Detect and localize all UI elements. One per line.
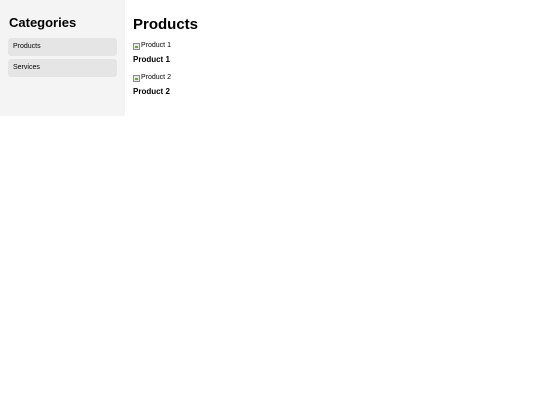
product-name: Product 2 — [133, 87, 170, 96]
sidebar-item-services[interactable]: Services — [8, 59, 117, 77]
product-card: Product 1 Product 1 — [133, 41, 540, 65]
product-image: Product 1 — [133, 41, 540, 51]
sidebar-item-products[interactable]: Products — [8, 38, 117, 56]
product-image-alt: Product 1 — [141, 42, 171, 49]
main-content: Products Product 1 Product 1 Product 2 P… — [125, 0, 540, 105]
product-name: Product 1 — [133, 55, 170, 64]
broken-image-icon — [133, 42, 140, 50]
product-image-alt: Product 2 — [141, 74, 171, 81]
broken-image-icon — [133, 74, 140, 82]
sidebar-title: Categories — [9, 15, 77, 30]
sidebar: Categories Products Services — [0, 0, 125, 116]
page-title: Products — [133, 16, 199, 33]
app-layout: Categories Products Services Products Pr… — [0, 0, 540, 116]
product-card: Product 2 Product 2 — [133, 73, 540, 97]
product-image: Product 2 — [133, 73, 540, 83]
